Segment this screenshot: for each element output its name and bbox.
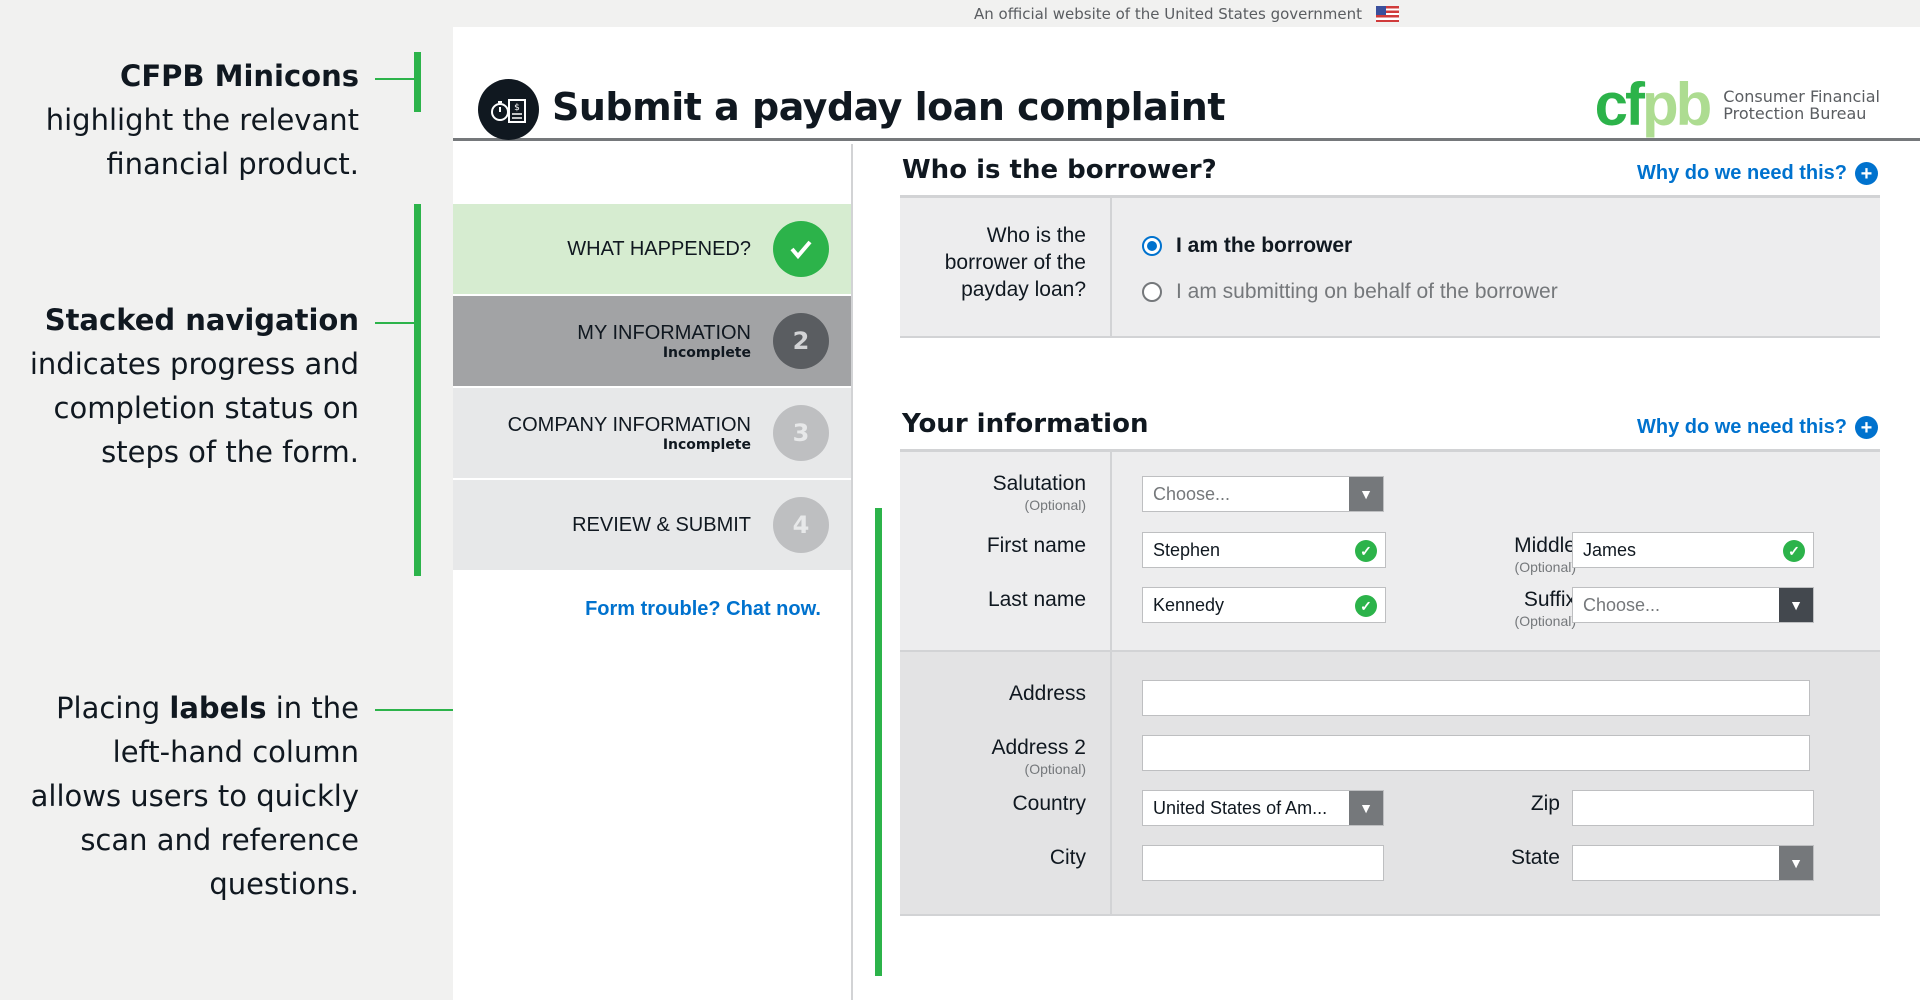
chevron-down-icon[interactable]: ▼ [1349,477,1383,511]
annotation-column: CFPB Minicons highlight the relevant fin… [0,0,875,1000]
plus-icon: + [1855,416,1878,439]
middle-label: Middle (Optional) [1514,534,1576,575]
suffix-label: Suffix (Optional) [1514,588,1576,629]
radio-i-am-borrower[interactable]: I am the borrower [1142,234,1352,258]
valid-check-icon: ✓ [1783,540,1805,562]
chevron-down-icon[interactable]: ▼ [1779,846,1813,880]
gov-banner-text: An official website of the United States… [973,4,1363,23]
salutation-select[interactable]: Choose... ▼ [1142,476,1384,512]
salutation-label: Salutation (Optional) [992,472,1086,513]
city-input[interactable] [1142,845,1384,881]
why-need-this-link[interactable]: Why do we need this? + [1637,416,1878,439]
why-need-this-link[interactable]: Why do we need this? + [1637,162,1878,185]
complaint-form: Who is the borrower? Why do we need this… [900,144,1880,916]
annotation-minicons: CFPB Minicons highlight the relevant fin… [45,59,359,181]
annotation-bar-labels [875,508,882,976]
country-select[interactable]: United States of Am... ▼ [1142,790,1384,826]
page-title: Submit a payday loan complaint [552,85,1226,129]
cfpb-logo-mark: cfpb [1594,71,1713,138]
zip-input[interactable] [1572,790,1814,826]
step-number-badge: 3 [773,405,829,461]
payday-loan-icon: $ [478,79,539,140]
annotation-bar-minicons [414,52,421,112]
name-panel: Salutation (Optional) First name Last nam… [900,452,1880,652]
gov-banner: An official website of the United States… [453,0,1920,27]
state-select[interactable]: ▼ [1572,845,1814,881]
valid-check-icon: ✓ [1355,595,1377,617]
step-company-information[interactable]: COMPANY INFORMATION Incomplete 3 [453,388,851,480]
checkmark-icon [773,221,829,277]
first-name-label: First name [986,534,1086,557]
state-label: State [1510,846,1560,869]
valid-check-icon: ✓ [1355,540,1377,562]
step-review-submit[interactable]: REVIEW & SUBMIT 4 [453,480,851,572]
step-number-badge: 2 [773,313,829,369]
address2-label: Address 2 (Optional) [991,736,1086,777]
site-page: An official website of the United States… [453,0,1920,1000]
radio-selected[interactable] [1142,236,1162,256]
country-label: Country [1012,792,1086,815]
chevron-down-icon[interactable]: ▼ [1349,791,1383,825]
address-input[interactable] [1142,680,1810,716]
city-label: City [1049,846,1086,869]
address-label: Address [1008,682,1086,705]
plus-icon: + [1855,162,1878,185]
zip-label: Zip [1530,792,1560,815]
borrower-question-label: Who is the borrower of the payday loan? [944,224,1086,301]
suffix-select[interactable]: Choose... ▼ [1572,587,1814,623]
info-section-header: Your information Why do we need this? + [900,398,1880,452]
info-section-title: Your information [902,409,1149,439]
step-my-information[interactable]: MY INFORMATION Incomplete 2 [453,296,851,388]
annotation-tick-nav [375,322,415,324]
us-flag-icon [1376,5,1400,22]
step-status: Incomplete [662,436,751,453]
cfpb-logo-text: Consumer Financial Protection Bureau [1723,87,1880,123]
first-name-input[interactable]: Stephen ✓ [1142,532,1386,568]
annotation-tick-minicons [375,78,415,80]
site-header: $ Submit a payday loan complaint cfpb Co… [453,27,1920,141]
radio-unselected[interactable] [1142,282,1162,302]
step-status: Incomplete [662,344,751,361]
address2-input[interactable] [1142,735,1810,771]
step-number-badge: 4 [773,497,829,553]
address-panel: Address Address 2 (Optional) Country City… [900,652,1880,916]
step-what-happened[interactable]: WHAT HAPPENED? [453,204,851,296]
cfpb-logo[interactable]: cfpb Consumer Financial Protection Burea… [1595,75,1880,135]
step-navigation: WHAT HAPPENED? MY INFORMATION Incomplete … [453,144,853,1000]
annotation-labels: Placing labels in the left-hand column a… [30,691,359,901]
last-name-label: Last name [987,588,1086,611]
svg-text:$: $ [514,103,520,113]
last-name-input[interactable]: Kennedy ✓ [1142,587,1386,623]
middle-name-input[interactable]: James ✓ [1572,532,1814,568]
annotation-stacked-nav: Stacked navigation indicates progress an… [29,303,359,469]
borrower-section-title: Who is the borrower? [902,155,1217,185]
borrower-section-header: Who is the borrower? Why do we need this… [900,144,1880,198]
chat-now-link[interactable]: Form trouble? Chat now. [453,598,851,621]
chevron-down-icon[interactable]: ▼ [1779,588,1813,622]
borrower-panel: Who is the borrower of the payday loan? … [900,198,1880,338]
annotation-bar-nav [414,204,421,576]
radio-on-behalf[interactable]: I am submitting on behalf of the borrowe… [1142,280,1558,304]
